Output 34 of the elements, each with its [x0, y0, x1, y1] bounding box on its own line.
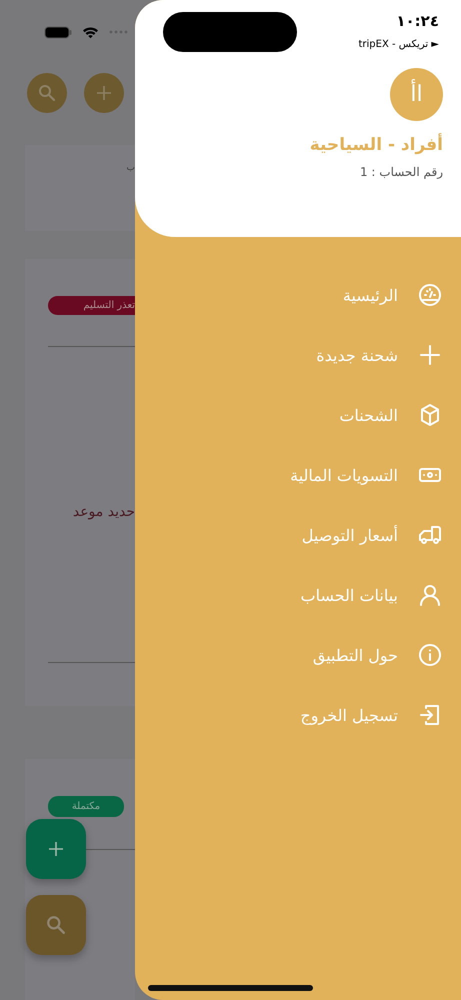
box-icon: [418, 403, 442, 427]
gauge-icon: [418, 283, 442, 307]
add-button[interactable]: [84, 73, 124, 113]
account-number: رقم الحساب : 1: [358, 165, 443, 179]
plus-icon: [48, 841, 64, 857]
status-badge: مكتملة: [48, 796, 124, 817]
logout-icon: [418, 703, 442, 727]
menu-item[interactable]: الرئيسية: [342, 286, 398, 304]
status-time: ١٠:٢٤: [396, 12, 439, 30]
search-icon: [38, 84, 56, 102]
search-button[interactable]: [26, 895, 86, 955]
avatar: اأ: [390, 68, 443, 121]
account-name: أفراد - السياحية: [308, 135, 443, 155]
card-text: حديد موعد: [72, 504, 135, 520]
plus-icon: [96, 85, 112, 101]
menu-item[interactable]: التسويات المالية: [290, 466, 398, 484]
back-link[interactable]: ► تريكس - tripEX: [358, 39, 439, 50]
truck-icon: [418, 523, 442, 547]
menu-item[interactable]: حول التطبيق: [312, 646, 398, 664]
battery-icon: [44, 26, 72, 38]
menu-item[interactable]: بيانات الحساب: [300, 586, 398, 604]
user-icon: [418, 583, 442, 607]
plus-icon: [418, 343, 442, 367]
info-icon: [418, 643, 442, 667]
search-button[interactable]: [27, 73, 67, 113]
menu-item[interactable]: الشحنات: [339, 406, 398, 424]
menu-item[interactable]: تسجيل الخروج: [300, 706, 398, 724]
card-text: ب: [126, 163, 135, 173]
menu-item[interactable]: أسعار التوصيل: [302, 526, 398, 544]
menu-item[interactable]: شحنة جديدة: [316, 346, 398, 364]
add-button[interactable]: [26, 819, 86, 879]
wifi-icon: [82, 26, 99, 38]
status-badge: تعذر التسليم: [48, 296, 135, 315]
search-icon: [46, 915, 66, 935]
